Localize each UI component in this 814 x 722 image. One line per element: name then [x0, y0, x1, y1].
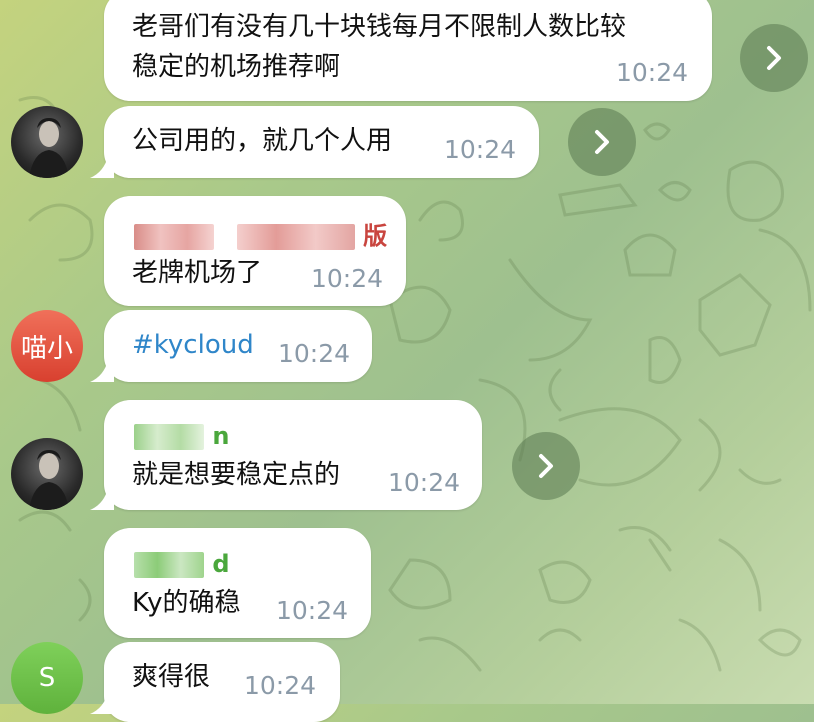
- avatar[interactable]: [11, 106, 83, 178]
- message-time: 10:24: [616, 58, 689, 87]
- message-time: 10:24: [276, 596, 349, 625]
- avatar[interactable]: [11, 438, 83, 510]
- person-avatar-photo: [29, 118, 69, 178]
- forward-arrow-icon: [767, 46, 781, 70]
- message-bubble[interactable]: d Ky的确稳 10:24: [104, 528, 371, 638]
- message-bubble[interactable]: 老哥们有没有几十块钱每月不限制人数比较 稳定的机场推荐啊 10:24: [104, 0, 712, 101]
- forward-arrow-icon: [539, 454, 553, 478]
- forward-button[interactable]: [512, 432, 580, 500]
- avatar-initials: S: [38, 663, 56, 693]
- sender-name: 版: [134, 216, 387, 251]
- message-time: 10:24: [388, 468, 461, 497]
- redacted-name: [134, 224, 214, 250]
- redacted-name: [222, 224, 228, 250]
- forward-arrow-icon: [595, 130, 609, 154]
- message-bubble[interactable]: n 就是想要稳定点的 10:24: [90, 400, 482, 510]
- forward-button[interactable]: [740, 24, 808, 92]
- avatar-initials: 喵小: [20, 333, 73, 364]
- redacted-name: [134, 424, 204, 450]
- sender-name: n: [134, 422, 229, 450]
- message-time: 10:24: [244, 671, 317, 700]
- bubble-tail: [90, 488, 114, 510]
- message-text: 爽得很: [132, 662, 211, 692]
- message-bubble[interactable]: 爽得很 10:24: [90, 642, 340, 722]
- hashtag-link[interactable]: #kycloud: [132, 326, 254, 364]
- message-time: 10:24: [444, 135, 517, 164]
- message-text: 老哥们有没有几十块钱每月不限制人数比较: [132, 12, 627, 42]
- message-text: 就是想要稳定点的: [132, 460, 341, 490]
- message-bubble[interactable]: 版 老牌机场了 10:24: [104, 196, 406, 306]
- message-text: Ky的确稳: [132, 588, 241, 618]
- bubble-tail: [90, 156, 114, 178]
- message-time: 10:24: [311, 264, 384, 293]
- person-avatar-photo: [29, 450, 69, 510]
- avatar[interactable]: 喵小: [11, 310, 83, 382]
- bubble-tail: [90, 360, 114, 382]
- message-text: 稳定的机场推荐啊: [132, 52, 341, 82]
- sender-name-fragment: 版: [363, 222, 388, 250]
- message-bubble[interactable]: #kycloud 10:24: [90, 310, 372, 382]
- avatar[interactable]: S: [11, 642, 83, 714]
- redacted-name: [134, 552, 204, 578]
- sender-name-fragment: n: [212, 422, 230, 450]
- sender-name-fragment: d: [212, 550, 230, 578]
- forward-button[interactable]: [568, 108, 636, 176]
- message-text: 公司用的，就几个人用: [132, 126, 393, 156]
- message-bubble[interactable]: 公司用的，就几个人用 10:24: [90, 106, 539, 178]
- sender-name: d: [134, 550, 230, 578]
- message-time: 10:24: [278, 339, 351, 368]
- message-text: 老牌机场了: [132, 258, 263, 288]
- bubble-tail: [90, 692, 114, 714]
- redacted-name: [236, 224, 355, 250]
